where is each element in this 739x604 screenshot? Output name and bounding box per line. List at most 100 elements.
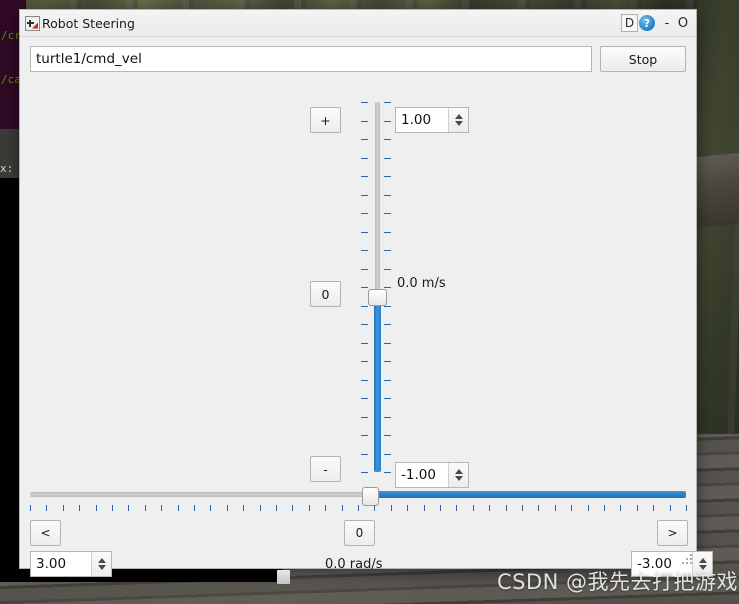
slider-tick: [194, 505, 195, 511]
stepper-down-icon[interactable]: [454, 476, 463, 481]
slider-tick: [473, 505, 474, 511]
linear-max-value[interactable]: 1.00: [396, 108, 448, 132]
move-cursor-icon: [25, 15, 40, 31]
slider-tick: [178, 505, 179, 511]
angular-velocity-slider[interactable]: [30, 486, 686, 506]
slider-tick: [384, 213, 391, 214]
slider-tick: [637, 505, 638, 511]
slider-tick: [384, 324, 391, 325]
slider-tick: [522, 505, 523, 511]
stepper-up-icon[interactable]: [698, 558, 707, 563]
slider-tick: [112, 505, 113, 511]
window-bottom-handle[interactable]: [277, 570, 290, 584]
slider-tick: [604, 505, 605, 511]
detach-button[interactable]: D: [621, 14, 638, 32]
stepper-down-icon[interactable]: [97, 565, 106, 570]
linear-min-value[interactable]: -1.00: [396, 463, 448, 487]
linear-min-stepper[interactable]: [448, 463, 468, 487]
slider-tick: [145, 505, 146, 511]
stepper-down-icon[interactable]: [454, 121, 463, 126]
angular-right-button[interactable]: >: [657, 520, 688, 546]
slider-tick: [276, 505, 277, 511]
slider-tick: [384, 250, 391, 251]
angular-slider-handle[interactable]: [362, 487, 379, 506]
linear-slider-ticks-right: [384, 102, 392, 473]
stop-button[interactable]: Stop: [600, 46, 686, 72]
angular-max-stepper[interactable]: [91, 552, 111, 576]
slider-tick: [538, 505, 539, 511]
slider-tick: [670, 505, 671, 511]
slider-tick: [424, 505, 425, 511]
linear-max-spinbox[interactable]: 1.00: [395, 107, 469, 133]
linear-decrease-button[interactable]: -: [310, 456, 341, 482]
linear-min-spinbox[interactable]: -1.00: [395, 462, 469, 488]
slider-tick: [384, 343, 391, 344]
resize-grip[interactable]: [682, 554, 693, 565]
maximize-button[interactable]: O: [676, 15, 690, 31]
slider-tick: [227, 505, 228, 511]
slider-tick: [384, 306, 391, 307]
window-body: Stop + 0 - 0.0 m/s 1.00: [20, 37, 713, 577]
linear-velocity-slider[interactable]: [368, 102, 387, 472]
slider-tick: [384, 435, 391, 436]
slider-tick: [440, 505, 441, 511]
slider-tick: [374, 505, 375, 511]
minimize-button[interactable]: -: [660, 15, 674, 31]
slider-tick: [361, 361, 368, 362]
slider-tick: [30, 505, 31, 511]
angular-velocity-readout: 0.0 rad/s: [325, 557, 383, 572]
angular-max-value[interactable]: 3.00: [31, 552, 91, 576]
slider-tick: [243, 505, 244, 511]
slider-tick: [384, 287, 391, 288]
angular-max-spinbox[interactable]: 3.00: [30, 551, 112, 577]
slider-tick: [361, 176, 368, 177]
slider-tick: [309, 505, 310, 511]
slider-tick: [361, 343, 368, 344]
slider-tick: [384, 417, 391, 418]
linear-slider-groove-upper: [375, 102, 380, 296]
slider-tick: [361, 121, 368, 122]
slider-tick: [588, 505, 589, 511]
window-title: Robot Steering: [42, 15, 135, 31]
stepper-up-icon[interactable]: [97, 558, 106, 563]
cursor-arrow-icon: [32, 22, 38, 29]
angular-left-button[interactable]: <: [30, 520, 61, 546]
slider-tick: [384, 398, 391, 399]
slider-tick: [361, 250, 368, 251]
slider-tick: [260, 505, 261, 511]
linear-velocity-readout: 0.0 m/s: [397, 276, 446, 291]
slider-tick: [653, 505, 654, 511]
angular-zero-button[interactable]: 0: [344, 520, 375, 546]
stepper-up-icon[interactable]: [454, 469, 463, 474]
watermark-text: CSDN @我先去打把游戏先: [497, 570, 739, 594]
slider-tick: [384, 176, 391, 177]
slider-tick: [361, 417, 368, 418]
slider-tick: [361, 195, 368, 196]
topic-row: Stop: [30, 46, 686, 72]
window-titlebar[interactable]: Robot Steering D ? - O: [20, 10, 696, 37]
linear-zero-button[interactable]: 0: [310, 281, 341, 307]
slider-tick: [63, 505, 64, 511]
slider-tick: [361, 213, 368, 214]
slider-tick: [384, 380, 391, 381]
slider-tick: [686, 505, 687, 511]
topic-input[interactable]: [30, 46, 592, 72]
stepper-up-icon[interactable]: [454, 114, 463, 119]
help-icon[interactable]: ?: [639, 15, 655, 31]
slider-tick: [361, 454, 368, 455]
slider-tick: [384, 232, 391, 233]
angular-slider-groove-filled: [371, 491, 686, 498]
grip-dot: [690, 558, 692, 560]
slider-tick: [384, 454, 391, 455]
linear-slider-groove-filled: [374, 296, 381, 472]
linear-max-stepper[interactable]: [448, 108, 468, 132]
slider-tick: [506, 505, 507, 511]
slider-tick: [555, 505, 556, 511]
slider-tick: [210, 505, 211, 511]
slider-tick: [128, 505, 129, 511]
slider-tick: [407, 505, 408, 511]
slider-tick: [361, 158, 368, 159]
slider-tick: [361, 139, 368, 140]
linear-increase-button[interactable]: +: [310, 107, 341, 133]
slider-tick: [384, 361, 391, 362]
